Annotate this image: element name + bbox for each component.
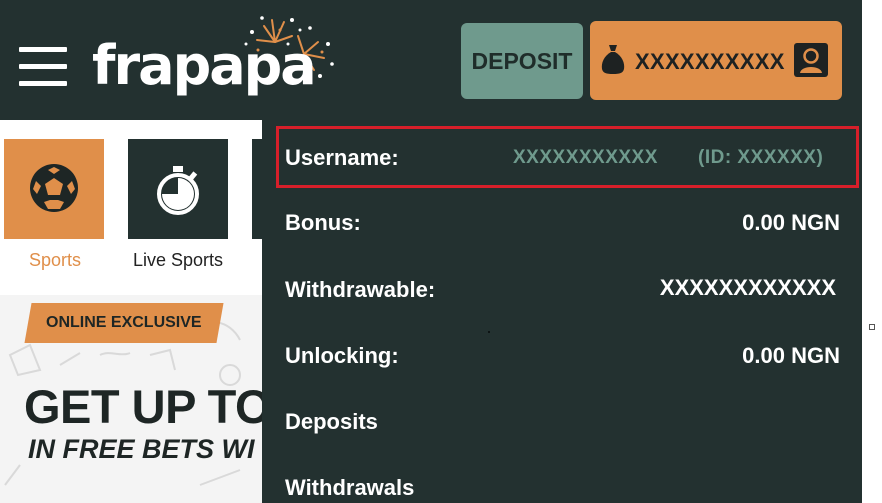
promo-title: GET UP TO (24, 380, 262, 433)
stray-dot (488, 331, 490, 333)
username-label: Username: (285, 145, 399, 170)
profile-icon (794, 43, 828, 77)
hamburger-menu-icon[interactable] (19, 47, 67, 87)
account-button[interactable]: XXXXXXXXXX (590, 21, 842, 100)
withdrawable-value: XXXXXXXXXXXX (659, 275, 836, 300)
unlocking-value: 0.00 NGN (742, 343, 840, 368)
withdrawals-link[interactable]: Withdrawals (285, 475, 414, 501)
brand-logo[interactable]: frapapa (92, 14, 337, 104)
deposits-link[interactable]: Deposits (285, 409, 378, 435)
logo-wordmark: frapapa (92, 34, 317, 97)
username-value: XXXXXXXXXXX (513, 147, 658, 168)
deposit-button[interactable]: DEPOSIT (461, 23, 583, 99)
account-name: XXXXXXXXXX (635, 49, 785, 74)
category-label-sports[interactable]: Sports (0, 250, 110, 271)
top-header: frapapa DEPOSIT XXXXXXXXXX (0, 0, 862, 120)
page-scrollbar[interactable] (862, 0, 882, 503)
promo-banner[interactable]: ONLINE EXCLUSIVE GET UP TO IN FREE BETS … (0, 295, 262, 503)
user-id-value: (ID: XXXXXX) (698, 147, 824, 168)
soccer-ball-icon (30, 164, 78, 212)
account-dropdown: Username: XXXXXXXXXXX (ID: XXXXXX) Bonus… (262, 120, 862, 503)
withdrawable-label: Withdrawable: (285, 277, 436, 302)
category-live-sports[interactable] (128, 139, 228, 239)
scroll-handle[interactable] (869, 324, 875, 330)
bonus-label: Bonus: (285, 210, 361, 235)
category-sports[interactable] (4, 139, 104, 239)
unlocking-label: Unlocking: (285, 343, 399, 368)
stopwatch-icon (157, 166, 199, 215)
bonus-value: 0.00 NGN (742, 210, 840, 235)
money-bag-icon (601, 45, 625, 74)
category-strip: Sports Live Sports (0, 120, 262, 415)
category-next[interactable] (252, 139, 262, 239)
category-label-live-sports[interactable]: Live Sports (123, 250, 233, 271)
online-exclusive-badge: ONLINE EXCLUSIVE (24, 303, 224, 343)
promo-subtitle: IN FREE BETS WI (28, 434, 255, 464)
